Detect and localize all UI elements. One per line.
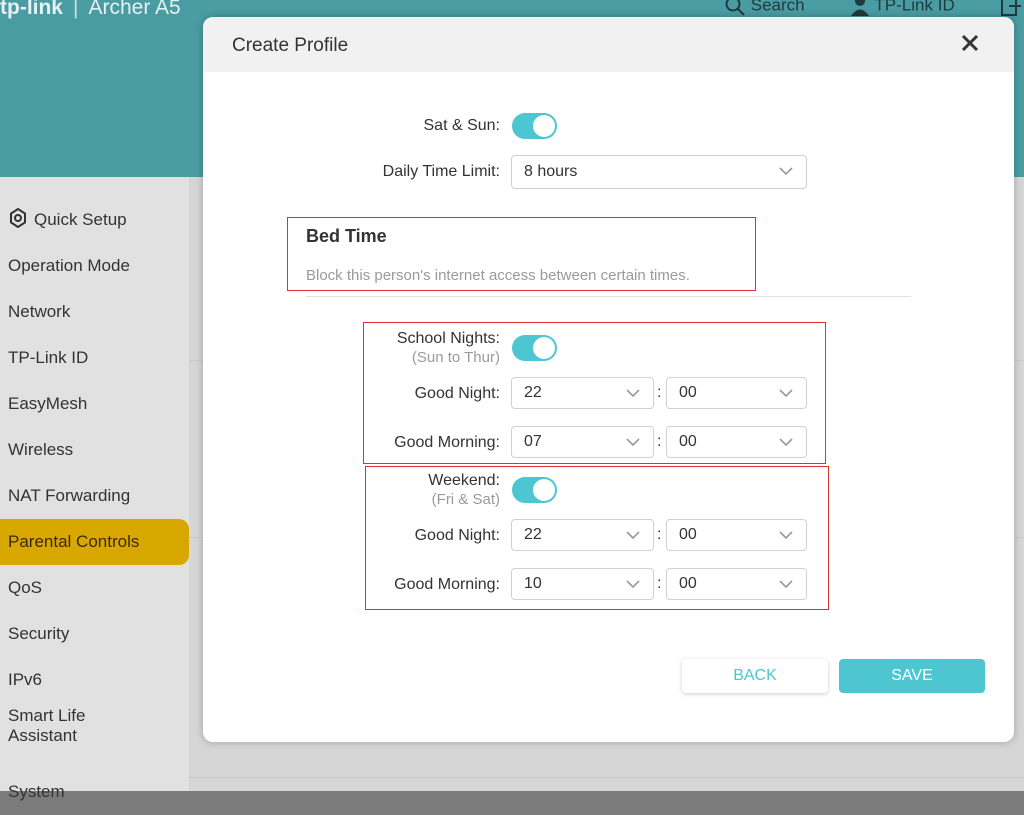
toggle-knob xyxy=(533,337,555,359)
account-button[interactable]: TP-Link ID xyxy=(850,0,955,17)
school-good-night-label: Good Night: xyxy=(414,385,500,402)
toggle-knob xyxy=(533,115,555,137)
weekend-good-night-minute-select[interactable]: 00 xyxy=(666,519,807,551)
sidebar-item-label: Operation Mode xyxy=(8,256,130,275)
search-icon xyxy=(725,0,745,16)
daily-limit-value: 8 hours xyxy=(524,163,578,180)
weekend-toggle[interactable] xyxy=(512,477,557,503)
close-icon xyxy=(961,34,979,52)
sidebar-item-label: Wireless xyxy=(8,440,74,459)
weekend-good-night-label: Good Night: xyxy=(414,527,500,544)
chevron-down-icon xyxy=(626,580,640,589)
sidebar-item-label: NAT Forwarding xyxy=(8,486,131,505)
sidebar-item-security[interactable]: Security xyxy=(0,611,189,657)
search-button[interactable]: Search xyxy=(724,0,805,17)
sidebar-item-qos[interactable]: QoS xyxy=(0,565,189,611)
sidebar-nav: Quick Setup Operation Mode Network TP-Li… xyxy=(0,177,189,801)
bed-time-description: Block this person's internet access betw… xyxy=(306,267,690,284)
sidebar-item-system[interactable]: System xyxy=(0,769,189,815)
toggle-knob xyxy=(533,479,555,501)
account-label: TP-Link ID xyxy=(874,0,955,15)
school-good-morning-minute-select[interactable]: 00 xyxy=(666,426,807,458)
time-separator: : xyxy=(657,575,662,592)
select-value: 00 xyxy=(679,384,697,401)
weekend-good-morning-label: Good Morning: xyxy=(394,576,500,593)
weekend-label: Weekend: xyxy=(428,472,500,489)
section-divider xyxy=(306,296,911,297)
weekend-sublabel: (Fri & Sat) xyxy=(431,491,500,508)
chevron-down-icon xyxy=(626,389,640,398)
sidebar-item-quick-setup[interactable]: Quick Setup xyxy=(0,197,189,243)
school-nights-sublabel: (Sun to Thur) xyxy=(411,349,500,366)
sidebar-item-label: Parental Controls xyxy=(8,532,140,551)
close-button[interactable] xyxy=(958,31,982,55)
sidebar-item-label: QoS xyxy=(8,578,43,597)
divider xyxy=(189,777,1024,778)
chevron-down-icon xyxy=(779,580,793,589)
modal-title: Create Profile xyxy=(232,35,349,56)
daily-limit-select[interactable]: 8 hours xyxy=(511,155,807,189)
select-value: 10 xyxy=(524,575,542,592)
brand-logo: tp-link | Archer A5 xyxy=(0,0,181,20)
bed-time-title: Bed Time xyxy=(306,226,387,246)
sidebar-item-ipv6[interactable]: IPv6 xyxy=(0,657,189,703)
sidebar-item-wireless[interactable]: Wireless xyxy=(0,427,189,473)
sidebar-item-label: TP-Link ID xyxy=(8,348,89,367)
select-value: 22 xyxy=(524,384,542,401)
school-nights-toggle[interactable] xyxy=(512,335,557,361)
school-nights-label: School Nights: xyxy=(396,330,500,347)
chevron-down-icon xyxy=(779,167,793,176)
sidebar-item-label: Smart Life xyxy=(8,706,86,725)
chevron-down-icon xyxy=(626,438,640,447)
weekend-good-night-hour-select[interactable]: 22 xyxy=(511,519,654,551)
sidebar-item-parental-controls[interactable]: Parental Controls xyxy=(0,519,189,565)
sidebar-item-network[interactable]: Network xyxy=(0,289,189,335)
daily-limit-label: Daily Time Limit: xyxy=(382,163,500,180)
account-icon xyxy=(851,0,869,16)
time-separator: : xyxy=(657,384,662,401)
sidebar-item-label: IPv6 xyxy=(8,670,43,689)
sidebar-item-operation-mode[interactable]: Operation Mode xyxy=(0,243,189,289)
sidebar-item-label-line2: Assistant xyxy=(8,726,77,745)
chevron-down-icon xyxy=(626,531,640,540)
weekend-good-morning-hour-select[interactable]: 10 xyxy=(511,568,654,600)
gear-icon xyxy=(10,207,26,229)
time-separator: : xyxy=(657,433,662,450)
product-name: Archer A5 xyxy=(88,0,181,19)
back-button[interactable]: BACK xyxy=(682,659,828,693)
create-profile-modal: Create Profile Sat & Sun: Daily Time Lim… xyxy=(203,17,1014,742)
school-good-morning-label: Good Morning: xyxy=(394,434,500,451)
select-value: 00 xyxy=(679,433,697,450)
sidebar-item-label: System xyxy=(8,782,65,801)
select-value: 07 xyxy=(524,433,542,450)
select-value: 00 xyxy=(679,526,697,543)
chevron-down-icon xyxy=(779,389,793,398)
sidebar-item-label: Security xyxy=(8,624,70,643)
time-separator: : xyxy=(657,526,662,543)
search-label: Search xyxy=(750,0,805,15)
select-value: 00 xyxy=(679,575,697,592)
sidebar-item-smart-life-assistant[interactable]: Smart Life Assistant xyxy=(0,703,189,749)
sat-sun-toggle[interactable] xyxy=(512,113,557,139)
logout-button[interactable] xyxy=(1000,0,1022,17)
sidebar-item-label: Network xyxy=(8,302,71,321)
sidebar-item-easymesh[interactable]: EasyMesh xyxy=(0,381,189,427)
sidebar-item-label: EasyMesh xyxy=(8,394,88,413)
sidebar-item-label: Quick Setup xyxy=(34,210,127,229)
logout-icon xyxy=(1001,0,1021,16)
sidebar-item-nat-forwarding[interactable]: NAT Forwarding xyxy=(0,473,189,519)
chevron-down-icon xyxy=(779,438,793,447)
weekend-good-morning-minute-select[interactable]: 00 xyxy=(666,568,807,600)
brand-name: tp-link xyxy=(0,0,63,19)
school-good-morning-hour-select[interactable]: 07 xyxy=(511,426,654,458)
sidebar-item-tplink-id[interactable]: TP-Link ID xyxy=(0,335,189,381)
select-value: 22 xyxy=(524,526,542,543)
school-good-night-hour-select[interactable]: 22 xyxy=(511,377,654,409)
sat-sun-label: Sat & Sun: xyxy=(423,117,501,134)
modal-header: Create Profile xyxy=(203,17,1014,72)
school-good-night-minute-select[interactable]: 00 xyxy=(666,377,807,409)
save-button[interactable]: SAVE xyxy=(839,659,985,693)
chevron-down-icon xyxy=(779,531,793,540)
